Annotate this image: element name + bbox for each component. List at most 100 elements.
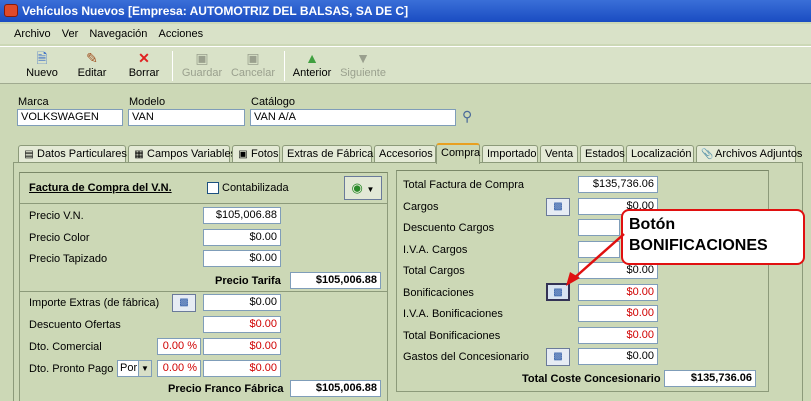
editar-label: Editar	[77, 67, 107, 79]
dto-comercial-field[interactable]: $0.00	[203, 338, 281, 355]
cargos-label: Cargos	[403, 201, 439, 213]
cancel-icon: ▣	[246, 50, 260, 66]
divider	[20, 291, 387, 292]
dto-pronto-pct-field[interactable]: 0.00 %	[157, 360, 201, 377]
new-document-icon: 🗎	[36, 50, 48, 66]
cargos-detail-button[interactable]: ▩	[546, 198, 570, 216]
search-icon[interactable]: ⚲	[462, 108, 472, 125]
anterior-label: Anterior	[292, 67, 332, 79]
paperclip-icon: 📎	[701, 149, 714, 160]
callout-arrow	[566, 233, 625, 286]
borrar-label: Borrar	[128, 67, 160, 79]
importe-extras-field[interactable]: $0.00	[203, 294, 281, 311]
chevron-down-icon: ▼	[366, 185, 375, 194]
divider	[20, 203, 387, 204]
tab-estados[interactable]: Estados	[580, 145, 625, 163]
total-bonif-field[interactable]: $0.00	[578, 327, 658, 344]
precio-color-field[interactable]: $0.00	[203, 229, 281, 246]
modelo-field[interactable]: VAN	[128, 109, 245, 126]
tab-archivos-adjuntos[interactable]: 📎 Archivos Adjuntos	[696, 145, 802, 163]
precio-franco-field[interactable]: $105,006.88	[290, 380, 381, 397]
save-icon: ▣	[195, 50, 209, 66]
dto-pronto-field[interactable]: $0.00	[203, 360, 281, 377]
contabilizada-checkbox[interactable]	[207, 182, 219, 194]
photo-icon: ▣	[238, 149, 248, 160]
menu-navegacion[interactable]: Navegación	[89, 24, 147, 44]
catalogo-field[interactable]: VAN A/A	[250, 109, 456, 126]
total-bonif-label: Total Bonificaciones	[403, 330, 501, 342]
precio-vn-label: Precio V.N.	[29, 210, 84, 222]
gastos-label: Gastos del Concesionario	[403, 351, 529, 363]
chevron-down-icon: ▼	[138, 361, 151, 376]
tab-importado[interactable]: Importado	[482, 145, 538, 163]
precio-tarifa-field[interactable]: $105,006.88	[290, 272, 381, 289]
dto-pronto-label: Dto. Pronto Pago	[29, 363, 114, 375]
cancelar-button[interactable]: ▣ Cancelar	[230, 49, 276, 83]
card-icon: ▩	[179, 297, 189, 308]
iva-bonif-label: I.V.A. Bonificaciones	[403, 308, 503, 320]
precio-tapizado-label: Precio Tapizado	[29, 253, 108, 265]
dto-comercial-pct-field[interactable]: 0.00 %	[157, 338, 201, 355]
total-factura-field[interactable]: $135,736.06	[578, 176, 658, 193]
edit-icon: ✎	[86, 50, 98, 66]
extras-detail-button[interactable]: ▩	[172, 294, 196, 312]
delete-icon: ✕	[138, 50, 150, 66]
iva-bonif-field[interactable]: $0.00	[578, 305, 658, 322]
total-coste-field[interactable]: $135,736.06	[664, 370, 756, 387]
guardar-button[interactable]: ▣ Guardar	[180, 49, 224, 83]
tab-compra[interactable]: Compra	[436, 143, 480, 164]
callout-line-2: BONIFICACIONES	[629, 237, 768, 254]
descuento-cargos-label: Descuento Cargos	[403, 222, 495, 234]
tab-strip: ▤ Datos Particulares ▦ Campos Variables ▣ F…	[18, 143, 802, 164]
total-coste-label: Total Coste Concesionario	[522, 373, 661, 385]
users-icon: ◉	[351, 180, 363, 195]
precio-vn-field[interactable]: $105,006.88	[203, 207, 281, 224]
tab-datos-particulares[interactable]: ▤ Datos Particulares	[18, 145, 127, 163]
callout-line-1: Botón	[629, 216, 676, 233]
card-icon: ▩	[553, 351, 563, 362]
marca-field[interactable]: VOLKSWAGEN	[17, 109, 123, 126]
marca-label: Marca	[18, 96, 49, 108]
total-cargos-label: Total Cargos	[403, 265, 465, 277]
card-icon: ▩	[553, 201, 563, 212]
window-title: Vehículos Nuevos [Empresa: AUTOMOTRIZ DE…	[22, 4, 409, 18]
borrar-button[interactable]: ✕ Borrar	[124, 49, 164, 83]
contabilizada-label: Contabilizada	[222, 182, 289, 194]
precio-tarifa-label: Precio Tarifa	[215, 275, 281, 287]
precio-tapizado-field[interactable]: $0.00	[203, 250, 281, 267]
precio-color-label: Precio Color	[29, 232, 90, 244]
tab-accesorios[interactable]: Accesorios	[374, 145, 436, 163]
siguiente-label: Siguiente	[340, 67, 386, 79]
bonificaciones-callout: Botón BONIFICACIONES	[621, 209, 805, 265]
gastos-detail-button[interactable]: ▩	[546, 348, 570, 366]
tab-campos-variables[interactable]: ▦ Campos Variables	[128, 145, 236, 163]
anterior-button[interactable]: ▲ Anterior	[292, 49, 332, 83]
factura-title: Factura de Compra del V.N.	[29, 182, 172, 194]
down-arrow-icon: ▼	[356, 50, 370, 66]
tab-localizacion[interactable]: Localización	[626, 145, 694, 163]
title-bar: Vehículos Nuevos [Empresa: AUTOMOTRIZ DE…	[0, 0, 811, 22]
tab-venta[interactable]: Venta	[540, 145, 578, 163]
precio-franco-label: Precio Franco Fábrica	[168, 383, 284, 395]
iva-cargos-label: I.V.A. Cargos	[403, 244, 468, 256]
dto-comercial-label: Dto. Comercial	[29, 341, 102, 353]
up-arrow-icon: ▲	[305, 50, 319, 66]
toolbar: 🗎 Nuevo ✎ Editar ✕ Borrar ▣ Guardar ▣ Ca…	[0, 46, 811, 84]
menu-archivo[interactable]: Archivo	[14, 24, 51, 44]
total-factura-label: Total Factura de Compra	[403, 179, 525, 191]
menu-ver[interactable]: Ver	[62, 24, 79, 44]
descuento-ofertas-field[interactable]: $0.00	[203, 316, 281, 333]
nuevo-button[interactable]: 🗎 Nuevo	[22, 49, 62, 83]
editar-button[interactable]: ✎ Editar	[72, 49, 112, 83]
menu-bar: Archivo Ver Navegación Acciones	[0, 24, 811, 44]
nuevo-label: Nuevo	[26, 67, 58, 79]
dto-pronto-select[interactable]: Por ▼	[117, 360, 152, 377]
gastos-field[interactable]: $0.00	[578, 348, 658, 365]
toolbar-separator	[284, 51, 285, 81]
tab-extras-fabrica[interactable]: Extras de Fábrica	[282, 145, 373, 163]
options-dropdown-button[interactable]: ◉ ▼	[344, 176, 382, 200]
app-icon	[4, 4, 18, 17]
tab-fotos[interactable]: ▣ Fotos	[232, 145, 280, 163]
siguiente-button[interactable]: ▼ Siguiente	[340, 49, 386, 83]
menu-acciones[interactable]: Acciones	[158, 24, 203, 44]
